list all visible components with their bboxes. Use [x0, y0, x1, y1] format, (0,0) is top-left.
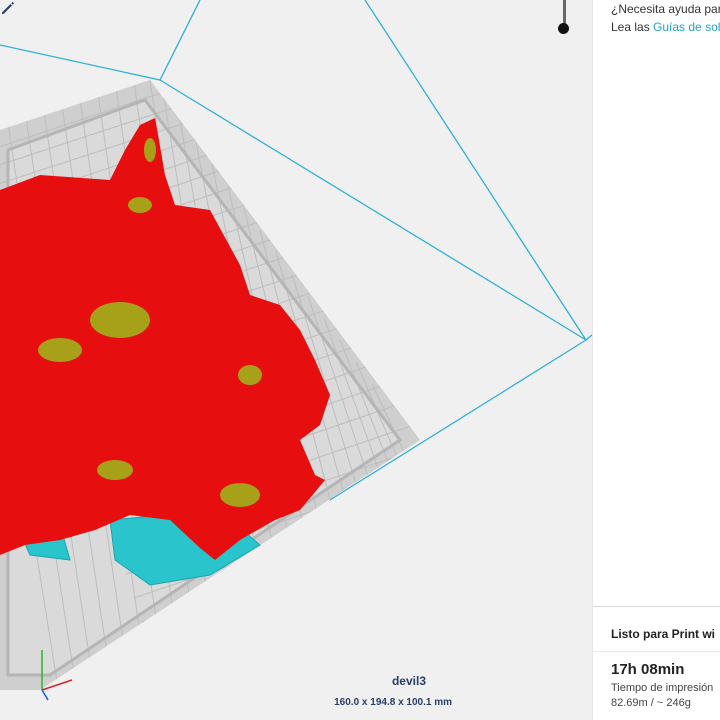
print-status-card: Listo para Print wi 17h 08min Tiempo de … [593, 606, 720, 720]
help-prefix: Lea las [611, 20, 654, 34]
material-estimate: 82.69m / ~ 246g [611, 697, 691, 709]
model-devil-skull[interactable] [0, 118, 330, 560]
build-plate-scene[interactable] [0, 0, 592, 720]
help-question: ¿Necesita ayuda par [611, 2, 720, 16]
pencil-icon[interactable] [0, 0, 16, 16]
print-time-label: Tiempo de impresión [611, 682, 714, 694]
3d-viewport[interactable]: devil3 160.0 x 194.8 x 100.1 mm [0, 0, 592, 720]
object-name[interactable]: devil3 [392, 674, 426, 688]
settings-panel: ¿Necesita ayuda par Lea las Guías de sol… [592, 0, 720, 720]
layer-slider-handle[interactable] [558, 23, 569, 34]
troubleshooting-guides-link[interactable]: Guías de solu [653, 20, 720, 34]
ready-status-title: Listo para Print wi [611, 627, 716, 641]
print-time: 17h 08min [611, 661, 685, 678]
object-dimensions: 160.0 x 194.8 x 100.1 mm [334, 697, 452, 708]
help-line: Lea las Guías de solu [611, 18, 720, 36]
card-divider [593, 651, 720, 652]
help-text: ¿Necesita ayuda par Lea las Guías de sol… [611, 0, 720, 36]
